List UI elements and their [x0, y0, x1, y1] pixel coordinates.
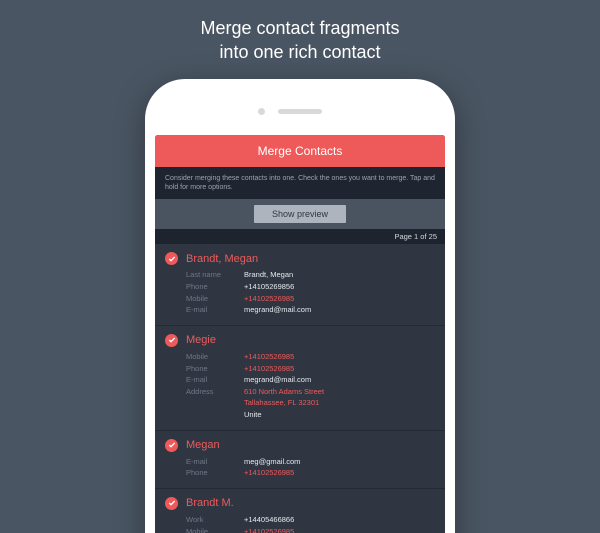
preview-bar: Show preview	[155, 199, 445, 229]
field-value: megrand@mail.com	[244, 304, 311, 316]
contact-field: Mobile+14102526985	[186, 351, 435, 363]
contact-field: Phone+14102526985	[186, 363, 435, 375]
instructions: Consider merging these contacts into one…	[155, 167, 445, 200]
field-label: Mobile	[186, 526, 244, 533]
field-label	[186, 409, 244, 421]
pager-text: Page 1 of 25	[394, 232, 437, 241]
contact-list[interactable]: Brandt, MeganLast nameBrandt, MeganPhone…	[155, 244, 445, 533]
checkmark-icon[interactable]	[165, 439, 178, 452]
contact-field: Work+14405466866	[186, 514, 435, 526]
field-label: E-mail	[186, 304, 244, 316]
phone-frame: Merge Contacts Consider merging these co…	[145, 79, 455, 533]
field-label: E-mail	[186, 456, 244, 468]
contact-card[interactable]: Brandt M. Work+14405466866Mobile+14102526…	[155, 489, 445, 533]
checkmark-icon[interactable]	[165, 252, 178, 265]
contact-field: Phone+14102526985	[186, 467, 435, 479]
field-value: +14102526985	[244, 467, 294, 479]
field-label: Phone	[186, 467, 244, 479]
field-value: Unite	[244, 409, 262, 421]
contact-name: Brandt, Megan	[186, 253, 258, 265]
pager: Page 1 of 25	[155, 229, 445, 244]
contact-card[interactable]: Brandt, MeganLast nameBrandt, MeganPhone…	[155, 244, 445, 326]
checkmark-icon[interactable]	[165, 497, 178, 510]
field-value: +14102526985	[244, 293, 294, 305]
phone-speaker	[278, 109, 322, 114]
contact-field: Mobile+14102526985	[186, 293, 435, 305]
field-value: Tallahassee, FL 32301	[244, 397, 319, 409]
field-label: Phone	[186, 363, 244, 375]
field-label: E-mail	[186, 374, 244, 386]
field-label: Mobile	[186, 351, 244, 363]
field-value: meg@gmail.com	[244, 456, 300, 468]
field-value: 610 North Adams Street	[244, 386, 324, 398]
field-label: Mobile	[186, 293, 244, 305]
field-label	[186, 397, 244, 409]
field-label: Address	[186, 386, 244, 398]
field-value: +14405466866	[244, 514, 294, 526]
app-screen: Merge Contacts Consider merging these co…	[155, 135, 445, 533]
contact-name: Megan	[186, 439, 220, 451]
field-label: Work	[186, 514, 244, 526]
contact-field: E-mailmegrand@mail.com	[186, 304, 435, 316]
field-label: Phone	[186, 281, 244, 293]
field-label: Last name	[186, 269, 244, 281]
headline-line2: into one rich contact	[219, 42, 380, 62]
promo-headline: Merge contact fragments into one rich co…	[0, 0, 600, 79]
phone-camera-dot	[258, 108, 265, 115]
checkmark-icon[interactable]	[165, 334, 178, 347]
contact-field: Last nameBrandt, Megan	[186, 269, 435, 281]
headline-line1: Merge contact fragments	[200, 18, 399, 38]
field-value: megrand@mail.com	[244, 374, 311, 386]
screen-title: Merge Contacts	[155, 135, 445, 167]
contact-field: Address610 North Adams Street	[186, 386, 435, 398]
contact-field: E-mailmeg@gmail.com	[186, 456, 435, 468]
field-value: Brandt, Megan	[244, 269, 293, 281]
show-preview-button[interactable]: Show preview	[254, 205, 346, 223]
instructions-text: Consider merging these contacts into one…	[165, 175, 435, 191]
contact-field: Tallahassee, FL 32301	[186, 397, 435, 409]
contact-name: Megie	[186, 334, 216, 346]
contact-field: E-mailmegrand@mail.com	[186, 374, 435, 386]
contact-card[interactable]: Megan E-mailmeg@gmail.comPhone+1410252698…	[155, 431, 445, 489]
contact-field: Mobile+14102526985	[186, 526, 435, 533]
field-value: +14102526985	[244, 351, 294, 363]
field-value: +14105269856	[244, 281, 294, 293]
show-preview-label: Show preview	[272, 209, 328, 219]
field-value: +14102526985	[244, 363, 294, 375]
contact-card[interactable]: Megie Mobile+14102526985Phone+14102526985…	[155, 326, 445, 431]
field-value: +14102526985	[244, 526, 294, 533]
contact-field: Phone+14105269856	[186, 281, 435, 293]
title-text: Merge Contacts	[258, 144, 343, 158]
contact-name: Brandt M.	[186, 497, 234, 509]
contact-field: Unite	[186, 409, 435, 421]
